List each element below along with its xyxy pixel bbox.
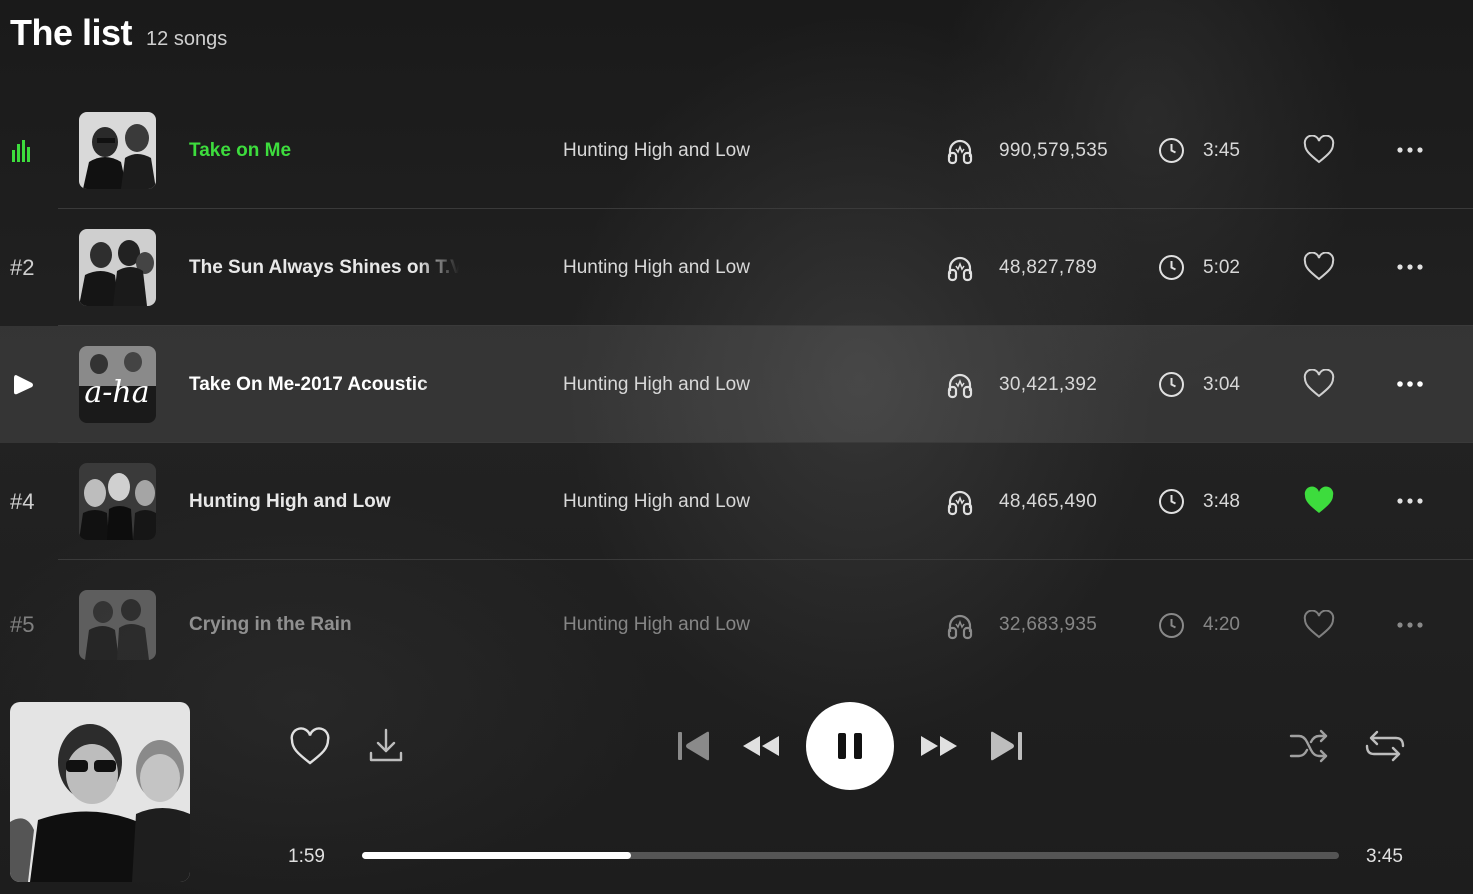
song-duration: 5:02 <box>1203 256 1240 278</box>
total-time: 3:45 <box>1366 846 1403 867</box>
song-title[interactable]: The Sun Always Shines on T.V. <box>189 209 459 326</box>
song-count: 12 songs <box>146 28 228 50</box>
clock-icon <box>1159 372 1184 397</box>
song-list: Take on Me Hunting High and Low 990,579,… <box>0 92 1473 670</box>
row-play-button[interactable] <box>10 326 50 443</box>
song-duration: 3:45 <box>1203 139 1240 161</box>
play-count: 48,465,490 <box>999 490 1098 512</box>
song-album[interactable]: Hunting High and Low <box>563 443 750 560</box>
song-title[interactable]: Hunting High and Low <box>189 443 459 560</box>
shuffle-icon[interactable] <box>1289 728 1329 764</box>
song-album[interactable]: Hunting High and Low <box>563 92 750 209</box>
song-album[interactable]: Hunting High and Low <box>563 560 750 690</box>
song-row[interactable]: #5 Crying in the Rain Hunting High and L… <box>0 560 1473 670</box>
song-album[interactable]: Hunting High and Low <box>563 209 750 326</box>
song-album[interactable]: Hunting High and Low <box>563 326 750 443</box>
clock-icon <box>1159 138 1184 163</box>
play-count: 48,827,789 <box>999 256 1098 278</box>
clock-icon <box>1159 613 1184 638</box>
song-row[interactable]: a-ha Take On Me-2017 Acoustic Hunting Hi… <box>0 326 1473 443</box>
thumbnail-logo-text: a-ha <box>84 375 149 410</box>
progress-fill <box>362 852 631 859</box>
headphones-icon <box>947 614 973 640</box>
song-row[interactable]: #2 The Sun Always Shines on T.V. Hunting… <box>0 209 1473 326</box>
album-thumbnail <box>79 229 156 306</box>
play-count: 990,579,535 <box>999 139 1108 161</box>
more-options-icon[interactable] <box>1395 257 1425 277</box>
album-thumbnail <box>79 463 156 540</box>
skip-previous-icon[interactable] <box>677 730 711 762</box>
heart-filled-icon[interactable] <box>1303 486 1335 516</box>
now-playing-cover[interactable] <box>10 702 190 882</box>
download-icon[interactable] <box>367 727 405 765</box>
song-duration: 4:20 <box>1203 614 1240 635</box>
heart-outline-icon[interactable] <box>1303 610 1335 640</box>
repeat-icon[interactable] <box>1364 727 1406 765</box>
album-thumbnail: a-ha <box>79 346 156 423</box>
heart-outline-icon[interactable] <box>1303 369 1335 399</box>
more-options-icon[interactable] <box>1395 615 1425 635</box>
fast-forward-icon[interactable] <box>919 734 959 758</box>
play-count: 32,683,935 <box>999 614 1098 635</box>
like-button[interactable] <box>289 727 331 767</box>
equalizer-icon <box>12 139 30 162</box>
elapsed-time: 1:59 <box>288 846 325 867</box>
track-index: #4 <box>10 488 35 514</box>
song-row[interactable]: Take on Me Hunting High and Low 990,579,… <box>0 92 1473 209</box>
rewind-icon[interactable] <box>741 734 781 758</box>
album-thumbnail <box>79 590 156 660</box>
album-thumbnail <box>79 112 156 189</box>
more-options-icon[interactable] <box>1395 374 1425 394</box>
song-title[interactable]: Take on Me <box>189 92 459 209</box>
progress-bar[interactable] <box>362 852 1339 859</box>
skip-next-icon[interactable] <box>989 730 1023 762</box>
page-title: The list <box>10 12 133 53</box>
list-header: The list 12 songs <box>10 12 227 54</box>
play-count: 30,421,392 <box>999 373 1098 395</box>
heart-outline-icon[interactable] <box>1303 135 1335 165</box>
pause-icon <box>838 733 862 759</box>
clock-icon <box>1159 489 1184 514</box>
heart-outline-icon[interactable] <box>1303 252 1335 282</box>
song-title[interactable]: Take On Me-2017 Acoustic <box>189 326 459 443</box>
now-playing-indicator <box>10 92 50 209</box>
song-duration: 3:04 <box>1203 373 1240 395</box>
song-row[interactable]: #4 Hunting High and Low Hunting High and… <box>0 443 1473 560</box>
track-index: #5 <box>10 612 35 637</box>
headphones-icon <box>947 139 973 165</box>
more-options-icon[interactable] <box>1395 491 1425 511</box>
headphones-icon <box>947 490 973 516</box>
track-index: #2 <box>10 254 35 280</box>
pause-button[interactable] <box>806 702 894 790</box>
more-options-icon[interactable] <box>1395 140 1425 160</box>
play-icon[interactable] <box>10 372 36 398</box>
headphones-icon <box>947 256 973 282</box>
song-duration: 3:48 <box>1203 490 1240 512</box>
headphones-icon <box>947 373 973 399</box>
clock-icon <box>1159 255 1184 280</box>
song-title[interactable]: Crying in the Rain <box>189 560 459 690</box>
